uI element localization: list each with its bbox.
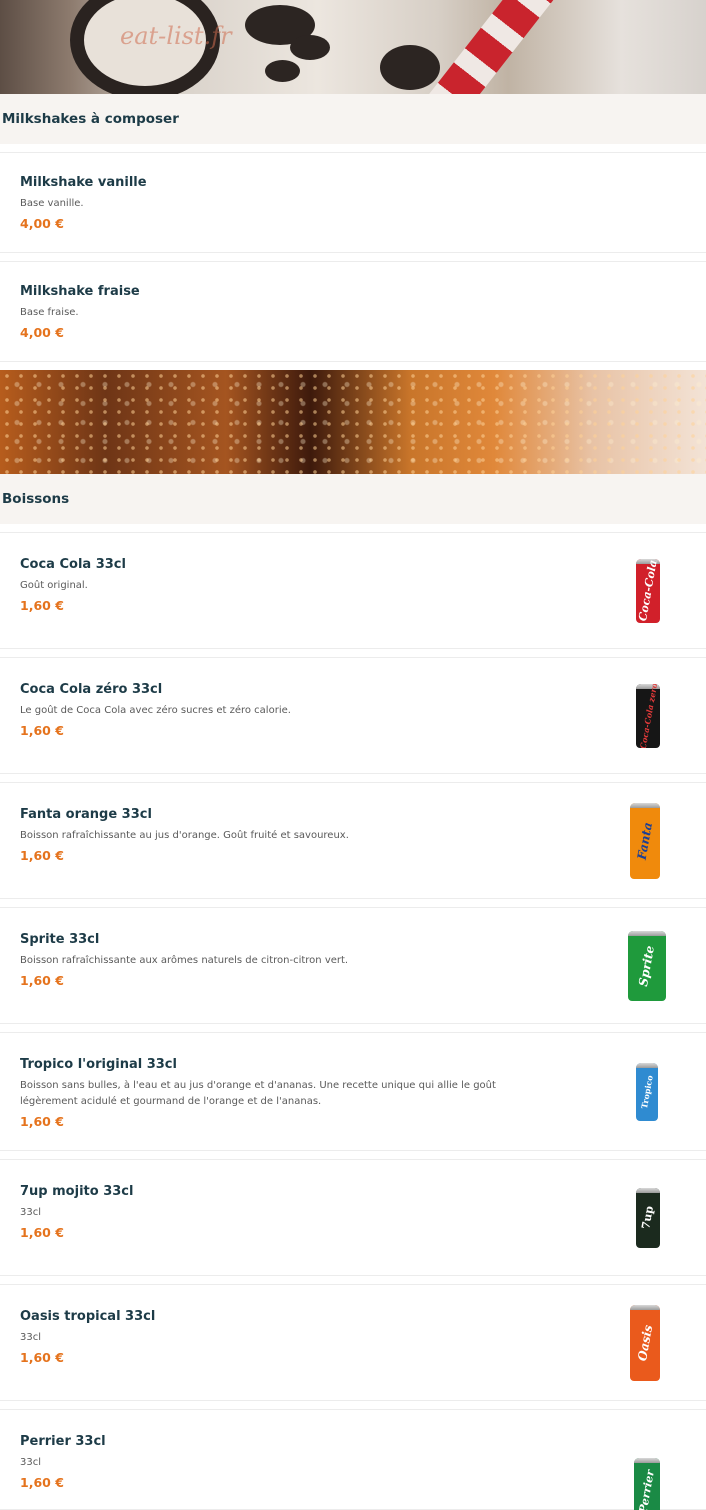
bubbles-texture <box>0 370 706 474</box>
item-name: Perrier 33cl <box>20 1434 106 1449</box>
item-price: 1,60 € <box>20 1225 64 1240</box>
item-price: 1,60 € <box>20 723 64 738</box>
item-name: Sprite 33cl <box>20 932 100 947</box>
item-description: Le goût de Coca Cola avec zéro sucres et… <box>20 705 291 716</box>
can-brand-label: Sprite <box>636 944 658 987</box>
item-price: 1,60 € <box>20 598 64 613</box>
item-name: Milkshake fraise <box>20 284 140 299</box>
can-brand-label: Fanta <box>634 820 656 861</box>
item-price: 1,60 € <box>20 1350 64 1365</box>
cookie-crumb <box>265 60 300 82</box>
item-description: 33cl <box>20 1332 42 1343</box>
can-brand-label: Tropico <box>639 1074 655 1109</box>
item-description: Goût original. <box>20 580 88 591</box>
can-brand-label: Perrier <box>636 1468 658 1510</box>
item-description: Boisson rafraîchissante aux arômes natur… <box>20 955 349 966</box>
item-price: 4,00 € <box>20 325 64 340</box>
can-brand-label: Oasis <box>634 1323 656 1362</box>
item-name: Fanta orange 33cl <box>20 807 152 822</box>
item-name: Coca Cola zéro 33cl <box>20 682 163 697</box>
menu-item-7up-mojito[interactable]: 7up mojito 33cl 33cl 1,60 € 7up <box>0 1159 706 1276</box>
soda-bubbles-banner <box>0 370 706 474</box>
menu-item-tropico[interactable]: Tropico l'original 33cl Boisson sans bul… <box>0 1032 706 1151</box>
coca-cola-can-icon: Coca-Cola <box>636 558 660 623</box>
section-title-milkshakes: Milkshakes à composer <box>0 94 706 144</box>
section-title-boissons: Boissons <box>0 474 706 524</box>
item-price: 1,60 € <box>20 1475 64 1490</box>
menu-item-milkshake-fraise[interactable]: Milkshake fraise Base fraise. 4,00 € <box>0 261 706 362</box>
item-name: Oasis tropical 33cl <box>20 1309 156 1324</box>
milkshake-banner: eat-list.fr <box>0 0 706 94</box>
sprite-can-icon: Sprite <box>628 930 666 1001</box>
item-price: 4,00 € <box>20 216 64 231</box>
item-description: Boisson rafraîchissante au jus d'orange.… <box>20 830 349 841</box>
tropico-can-icon: Tropico <box>636 1062 658 1121</box>
menu-item-oasis-tropical[interactable]: Oasis tropical 33cl 33cl 1,60 € Oasis <box>0 1284 706 1401</box>
menu-item-sprite[interactable]: Sprite 33cl Boisson rafraîchissante aux … <box>0 907 706 1024</box>
menu-item-coca-cola[interactable]: Coca Cola 33cl Goût original. 1,60 € Coc… <box>0 532 706 649</box>
item-price: 1,60 € <box>20 848 64 863</box>
cookie-crumb <box>380 45 440 90</box>
item-description: Base vanille. <box>20 198 84 209</box>
menu-item-fanta-orange[interactable]: Fanta orange 33cl Boisson rafraîchissant… <box>0 782 706 899</box>
item-name: 7up mojito 33cl <box>20 1184 134 1199</box>
item-price: 1,60 € <box>20 1114 64 1129</box>
item-price: 1,60 € <box>20 973 64 988</box>
can-brand-label: 7up <box>639 1204 657 1231</box>
fanta-can-icon: Fanta <box>630 802 660 879</box>
menu-item-perrier[interactable]: Perrier 33cl 33cl 1,60 € Perrier <box>0 1409 706 1510</box>
menu-item-coca-cola-zero[interactable]: Coca Cola zéro 33cl Le goût de Coca Cola… <box>0 657 706 774</box>
cookie-crumb <box>290 35 330 60</box>
item-name: Coca Cola 33cl <box>20 557 126 572</box>
item-description: 33cl <box>20 1457 42 1468</box>
oasis-can-icon: Oasis <box>630 1304 660 1381</box>
coca-cola-zero-can-icon: Coca-Cola zero <box>636 683 660 748</box>
item-description: Boisson sans bulles, à l'eau et au jus d… <box>20 1080 496 1107</box>
menu-item-milkshake-vanille[interactable]: Milkshake vanille Base vanille. 4,00 € <box>0 152 706 253</box>
item-name: Tropico l'original 33cl <box>20 1057 177 1072</box>
can-brand-label: Coca-Cola <box>636 558 660 623</box>
item-name: Milkshake vanille <box>20 175 147 190</box>
can-brand-label: Coca-Cola zero <box>637 683 659 748</box>
watermark-text: eat-list.fr <box>120 22 232 50</box>
perrier-can-icon: Perrier <box>634 1458 660 1510</box>
item-description: Base fraise. <box>20 307 79 318</box>
item-description: 33cl <box>20 1207 42 1218</box>
7up-mojito-can-icon: 7up <box>636 1187 660 1248</box>
